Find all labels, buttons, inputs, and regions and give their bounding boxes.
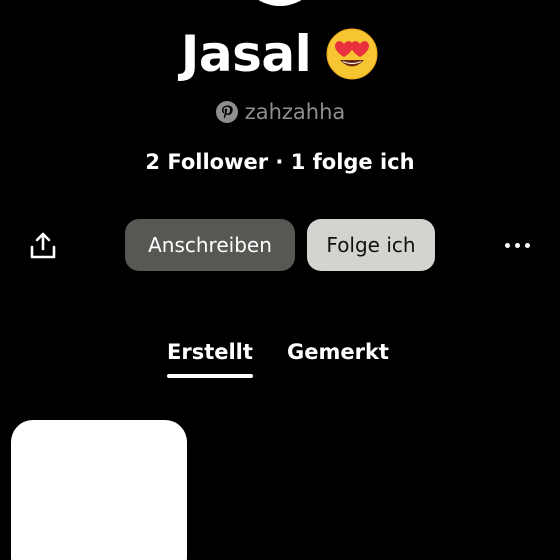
tab-saved[interactable]: Gemerkt: [287, 340, 389, 364]
profile-screen: Jasal zahzahha 2 Follower · 1 folge ich …: [0, 0, 560, 560]
profile-handle-row: zahzahha: [0, 98, 560, 126]
more-options-button[interactable]: [496, 228, 538, 262]
more-options-dot: [524, 242, 530, 248]
pin-card[interactable]: [11, 420, 187, 560]
profile-name-row: Jasal: [0, 22, 560, 86]
tab-created[interactable]: Erstellt: [167, 340, 253, 364]
active-tab-indicator: [167, 374, 253, 378]
profile-handle: zahzahha: [244, 100, 346, 124]
share-button[interactable]: [22, 225, 64, 267]
more-options-dot: [514, 242, 520, 248]
profile-display-name: Jasal: [180, 25, 312, 83]
followers-count[interactable]: 2 Follower: [145, 150, 268, 174]
more-options-icon: [504, 242, 510, 248]
pinterest-icon: [215, 101, 238, 123]
following-count[interactable]: 1 folge ich: [291, 150, 415, 174]
stats-separator: ·: [268, 150, 291, 174]
avatar[interactable]: [238, 0, 322, 6]
follow-button[interactable]: Folge ich: [307, 219, 435, 271]
message-button[interactable]: Anschreiben: [125, 219, 295, 271]
heart-eyes-emoji-icon: [326, 28, 378, 80]
follow-stats: 2 Follower · 1 folge ich: [0, 150, 560, 174]
share-icon: [30, 232, 56, 259]
